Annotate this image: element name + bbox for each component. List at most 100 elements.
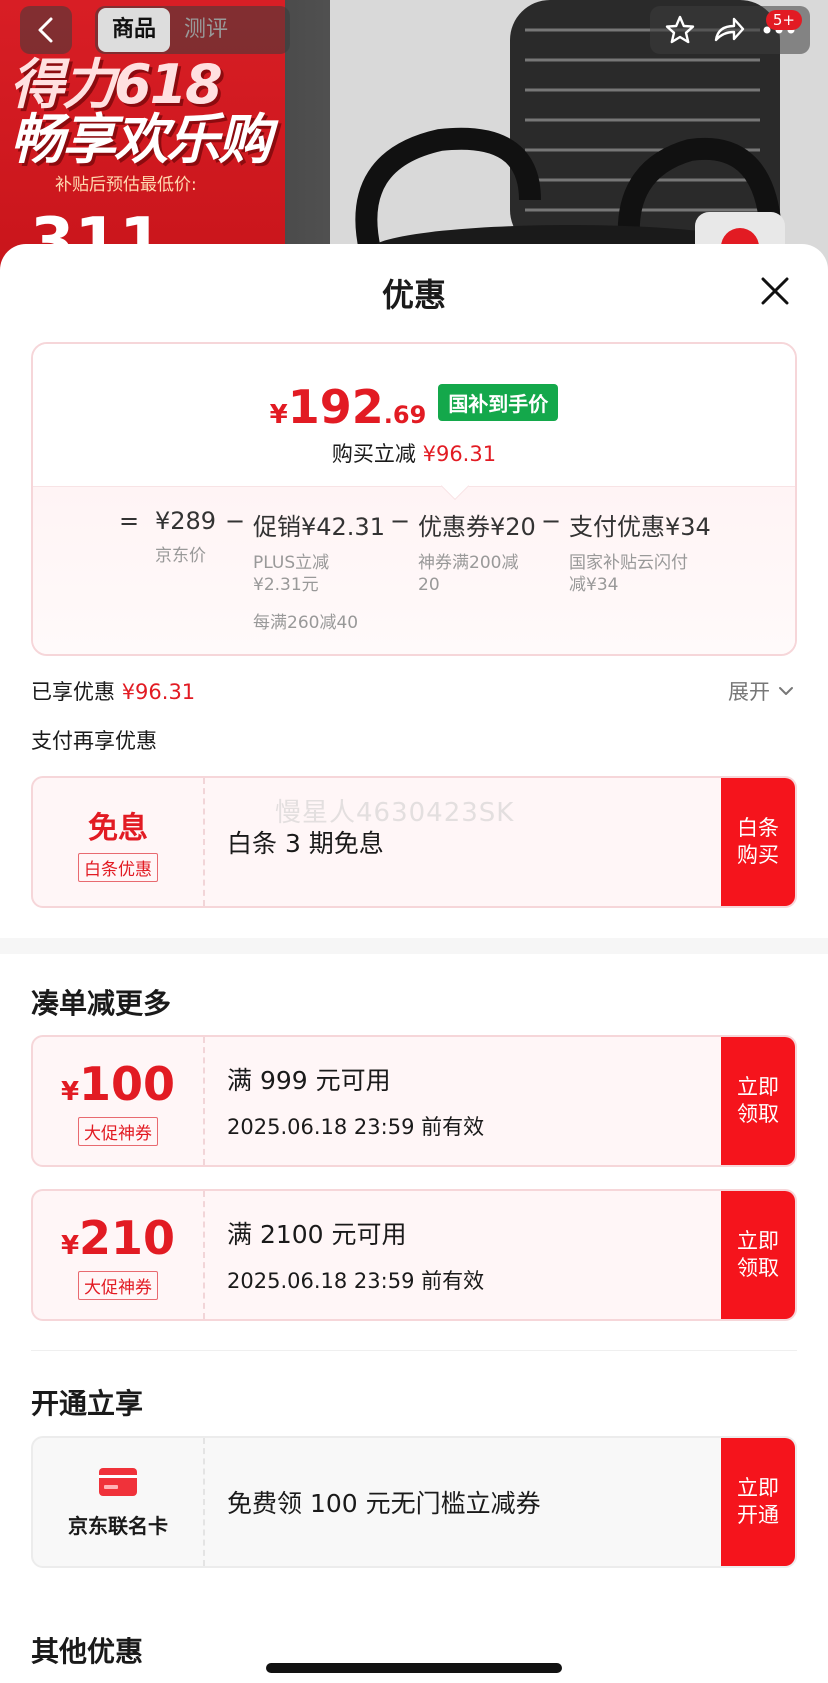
formula-equals: = <box>119 507 140 535</box>
price-decimal: .69 <box>383 401 427 429</box>
right-action-group: 5+ <box>650 6 810 54</box>
formula-item-sub: 国家补贴云闪付 减¥34 <box>569 552 711 596</box>
formula-minus: − <box>541 507 562 535</box>
instant-discount: 购买立减 ¥96.31 <box>33 438 795 468</box>
close-icon[interactable] <box>758 274 792 308</box>
instant-discount-label: 购买立减 <box>331 442 416 466</box>
back-arrow-icon <box>38 17 53 43</box>
coupon-expiry: 2025.06.18 23:59 前有效 <box>227 1115 485 1139</box>
expand-button[interactable]: 展开 <box>728 676 794 706</box>
coupon-card: ¥210 大促神券 满 2100 元可用 2025.06.18 23:59 前有… <box>31 1189 797 1321</box>
coupon-value: 210 <box>79 1210 176 1265</box>
coupon-amount: ¥100 <box>61 1057 175 1111</box>
formula-item-promotion: 促销¥42.31 PLUS立减 ¥2.31元 每满260减40 <box>253 507 385 633</box>
formula-minus: − <box>390 507 411 535</box>
tab-bar: 商品 测评 <box>95 6 290 54</box>
claim-coupon-button[interactable]: 立即 领取 <box>721 1191 795 1319</box>
formula-item-main: ¥289 <box>155 507 217 535</box>
price-integer: 192 <box>287 380 384 434</box>
cart-badge: 5+ <box>765 10 802 30</box>
formula-item-extra: 每满260减40 <box>253 613 359 633</box>
button-line: 购买 <box>737 843 779 867</box>
coupon-value: 100 <box>79 1056 176 1111</box>
joint-card-offer: 京东联名卡 免费领 100 元无门槛立减券 立即 开通 <box>31 1436 797 1568</box>
formula-item-jd-price: ¥289 京东价 <box>155 507 216 567</box>
formula-item-sub-line: 减¥34 <box>569 575 619 595</box>
button-line: 领取 <box>737 1102 779 1126</box>
final-price: ¥ 192 .69 国补到手价 <box>33 380 795 434</box>
joint-card-name: 京东联名卡 <box>68 1513 168 1538</box>
subsidy-price-tag: 国补到手价 <box>438 384 559 421</box>
watermark: 慢星人4630423SK <box>275 798 515 828</box>
discount-sheet: 优惠 ¥ 192 .69 国补到手价 购买立减 ¥96.31 = ¥289 京东… <box>0 244 828 1683</box>
formula-item-sub-line: 神券满200减 <box>418 553 519 573</box>
open-section-title: 开通立享 <box>31 1387 144 1420</box>
joint-card-desc: 免费领 100 元无门槛立减券 <box>227 1489 541 1518</box>
instant-discount-amount: ¥96.31 <box>422 442 497 466</box>
coupon-card: ¥100 大促神券 满 999 元可用 2025.06.18 23:59 前有效… <box>31 1035 797 1167</box>
open-card-button[interactable]: 立即 开通 <box>721 1438 795 1566</box>
price-summary-card: ¥ 192 .69 国补到手价 购买立减 ¥96.31 = ¥289 京东价 −… <box>31 342 797 656</box>
formula-item-main: 支付优惠¥34 <box>569 513 711 541</box>
formula-minus: − <box>225 507 246 535</box>
price-currency: ¥ <box>269 400 288 430</box>
coupon-condition: 满 999 元可用 <box>227 1066 391 1095</box>
coupon-left: ¥210 大促神券 <box>33 1191 205 1319</box>
coupon-currency: ¥ <box>60 1076 80 1107</box>
button-line: 立即 <box>737 1075 779 1099</box>
formula-item-sub-line: ¥2.31元 <box>253 575 319 595</box>
home-indicator <box>266 1663 562 1673</box>
coupon-condition: 满 2100 元可用 <box>227 1220 407 1249</box>
formula-item-main: 促销¥42.31 <box>253 513 385 541</box>
enjoyed-amount: ¥96.31 <box>121 680 196 704</box>
coupon-currency: ¥ <box>60 1230 80 1261</box>
top-nav-bar: 商品 测评 5+ <box>0 0 828 64</box>
formula-item-payment: 支付优惠¥34 国家补贴云闪付 减¥34 <box>569 507 711 596</box>
sheet-title: 优惠 <box>381 276 446 314</box>
formula-item-main: 优惠券¥20 <box>418 513 536 541</box>
coupon-left: ¥100 大促神券 <box>33 1037 205 1165</box>
button-line: 领取 <box>737 1256 779 1280</box>
joint-card-body: 免费领 100 元无门槛立减券 <box>227 1438 541 1566</box>
baitiao-desc: 白条 3 期免息 <box>227 829 384 858</box>
enjoyed-label: 已享优惠 <box>31 680 115 704</box>
section-divider <box>0 938 828 954</box>
formula-item-sub: PLUS立减 ¥2.31元 <box>253 552 385 596</box>
bundle-section-title: 凑单减更多 <box>31 987 172 1020</box>
tab-review[interactable]: 测评 <box>170 8 242 52</box>
coupon-tag: 大促神券 <box>78 1270 158 1300</box>
other-section-title: 其他优惠 <box>31 1635 144 1668</box>
coupon-amount: ¥210 <box>61 1211 175 1265</box>
chevron-down-icon <box>779 687 793 695</box>
expand-label: 展开 <box>728 680 770 704</box>
price-summary-top: ¥ 192 .69 国补到手价 购买立减 ¥96.31 <box>33 344 795 486</box>
formula-item-sub-line: PLUS立减 <box>253 553 330 573</box>
baitiao-buy-button[interactable]: 白条 购买 <box>721 778 795 906</box>
formula-item-coupon: 优惠券¥20 神券满200减 20 <box>418 507 536 596</box>
coupon-body: 满 2100 元可用 2025.06.18 23:59 前有效 <box>227 1191 484 1319</box>
coupon-tag: 大促神券 <box>78 1116 158 1146</box>
promo-subtitle: 补贴后预估最低价: <box>55 175 197 195</box>
divider-line <box>31 1350 797 1351</box>
star-icon[interactable] <box>664 14 696 46</box>
share-icon[interactable] <box>712 14 746 46</box>
baitiao-title: 免息 <box>88 810 148 846</box>
promo-line2: 畅享欢乐购 <box>10 108 272 171</box>
pay-more-label: 支付再享优惠 <box>31 729 157 753</box>
formula-item-sub: 神券满200减 20 <box>418 552 536 596</box>
button-line: 立即 <box>737 1476 779 1500</box>
coupon-expiry: 2025.06.18 23:59 前有效 <box>227 1269 485 1293</box>
baitiao-offer-left: 免息 白条优惠 <box>33 778 205 906</box>
formula-item-sub-line: 国家补贴云闪付 <box>569 553 688 573</box>
enjoyed-discount: 已享优惠 ¥96.31 <box>31 676 195 706</box>
formula-item-sub-line: 20 <box>418 575 440 595</box>
tab-product[interactable]: 商品 <box>98 8 171 52</box>
joint-card-left: 京东联名卡 <box>33 1438 205 1566</box>
button-line: 开通 <box>737 1503 779 1527</box>
back-button[interactable] <box>20 6 72 54</box>
formula-item-sub: 京东价 <box>155 546 206 566</box>
button-line: 立即 <box>737 1229 779 1253</box>
credit-card-icon <box>99 1467 137 1496</box>
button-line: 白条 <box>737 816 779 840</box>
claim-coupon-button[interactable]: 立即 领取 <box>721 1037 795 1165</box>
